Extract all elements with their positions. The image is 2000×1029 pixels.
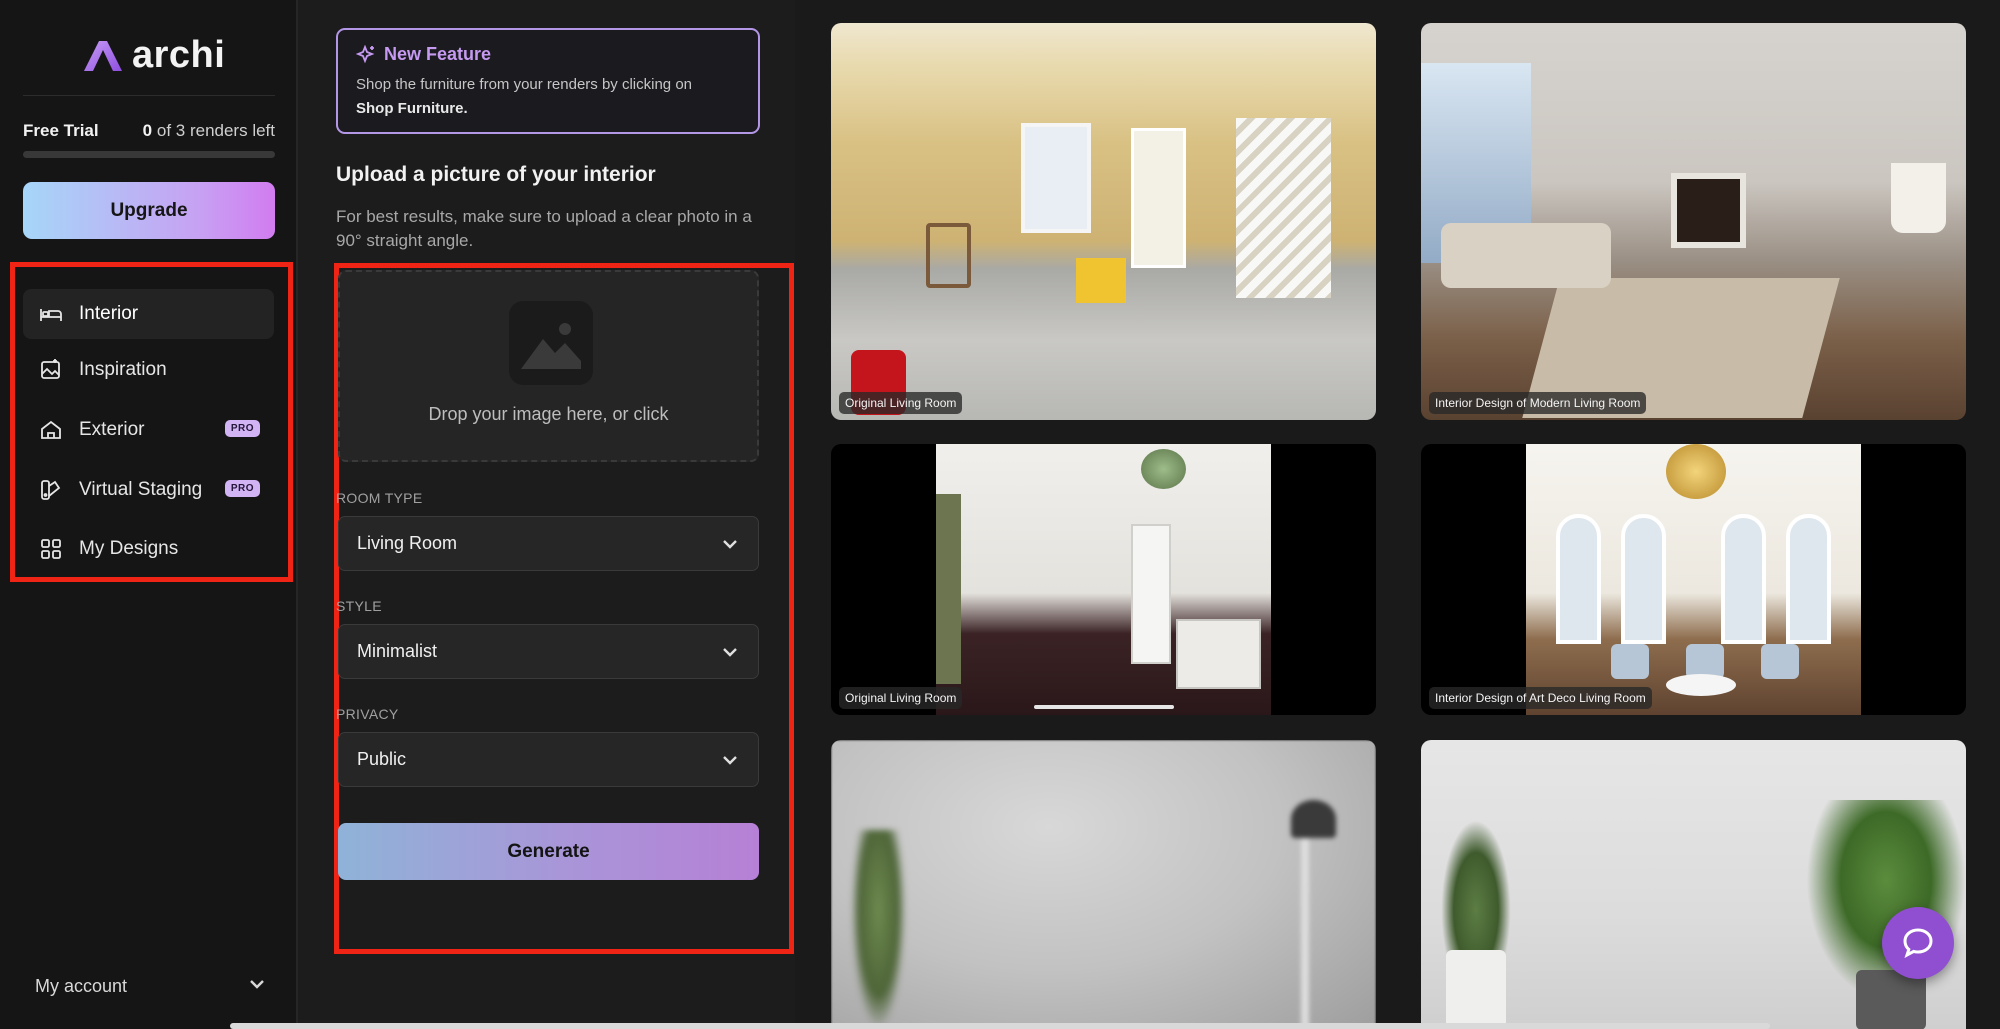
room-photo — [831, 23, 1376, 420]
grid-icon — [39, 537, 63, 561]
sidebar-item-exterior[interactable]: Exterior PRO — [23, 405, 274, 455]
renders-progress-bar — [23, 151, 275, 158]
chevron-down-icon — [723, 539, 737, 549]
room-photo — [1421, 740, 1966, 1029]
feature-description: Shop the furniture from your renders by … — [356, 73, 740, 121]
my-account-label: My account — [35, 976, 128, 996]
privacy-label: PRIVACY — [336, 706, 399, 722]
chevron-down-icon — [723, 647, 737, 657]
feature-title-row: New Feature — [356, 44, 740, 65]
sidebar-item-label: Interior — [79, 303, 139, 324]
bed-icon — [39, 302, 63, 326]
privacy-value: Public — [357, 749, 407, 769]
gallery-tile-original-living-room[interactable]: Original Living Room — [831, 23, 1376, 420]
trial-label: Free Trial — [23, 121, 99, 140]
privacy-select[interactable]: Public — [338, 732, 759, 787]
gallery-tile-art-deco-living-room[interactable]: Interior Design of Art Deco Living Room — [1421, 444, 1966, 715]
sidebar-item-label: Exterior — [79, 419, 145, 440]
style-select[interactable]: Minimalist — [338, 624, 759, 679]
tile-caption: Original Living Room — [839, 687, 963, 709]
room-type-value: Living Room — [357, 533, 458, 553]
chat-icon — [1903, 928, 1933, 959]
sidebar: archi Free Trial 0 of 3 renders left Upg… — [0, 0, 298, 1029]
tile-caption: Interior Design of Art Deco Living Room — [1429, 687, 1652, 709]
room-type-label: ROOM TYPE — [336, 490, 423, 506]
horizontal-scrollbar[interactable] — [230, 1023, 1770, 1029]
renders-used-count: 0 — [142, 121, 153, 140]
carousel-indicator — [1034, 705, 1174, 709]
house-icon — [39, 418, 63, 442]
trial-status: Free Trial 0 of 3 renders left — [23, 121, 275, 141]
sidebar-item-label: Inspiration — [79, 359, 167, 380]
my-account-menu[interactable]: My account — [35, 974, 267, 999]
pro-badge: PRO — [224, 480, 260, 497]
feature-title: New Feature — [384, 44, 492, 64]
sidebar-item-label: My Designs — [79, 538, 179, 559]
room-type-select[interactable]: Living Room — [338, 516, 759, 571]
generate-button[interactable]: Generate — [338, 823, 759, 880]
image-dropzone[interactable]: Drop your image here, or click — [338, 270, 759, 462]
new-feature-card[interactable]: New Feature Shop the furniture from your… — [336, 28, 760, 134]
tile-caption: Original Living Room — [839, 392, 963, 414]
sidebar-item-inspiration[interactable]: Inspiration — [23, 345, 274, 395]
logo-text: archi — [132, 33, 226, 76]
shop-furniture-link[interactable]: Shop Furniture. — [356, 100, 468, 117]
chevron-down-icon — [723, 755, 737, 765]
upload-heading: Upload a picture of your interior — [336, 163, 656, 186]
archi-logo[interactable]: archi — [82, 34, 225, 76]
room-photo — [936, 444, 1271, 715]
tile-caption: Interior Design of Modern Living Room — [1429, 392, 1647, 414]
sidebar-item-interior[interactable]: Interior — [23, 289, 274, 339]
sidebar-item-virtual-staging[interactable]: Virtual Staging PRO — [23, 465, 274, 515]
archi-logo-icon — [84, 41, 122, 71]
room-photo — [831, 740, 1376, 1029]
image-placeholder-icon — [509, 301, 593, 385]
sidebar-item-label: Virtual Staging — [79, 479, 203, 500]
room-photo — [1421, 23, 1966, 420]
gallery-tile-5[interactable] — [831, 740, 1376, 1029]
sparkle-icon — [356, 44, 375, 63]
sidebar-divider — [23, 95, 275, 96]
pro-badge: PRO — [224, 420, 260, 437]
support-chat-button[interactable] — [1882, 907, 1954, 979]
renders-left: 0 of 3 renders left — [143, 121, 275, 141]
sidebar-item-my-designs[interactable]: My Designs — [23, 524, 274, 574]
gallery-tile-modern-living-room[interactable]: Interior Design of Modern Living Room — [1421, 23, 1966, 420]
room-photo — [1526, 444, 1861, 715]
sparkle-image-icon — [39, 358, 63, 382]
upload-subtitle: For best results, make sure to upload a … — [336, 207, 752, 250]
upload-form-panel: New Feature Shop the furniture from your… — [300, 0, 795, 1029]
chevron-down-icon — [247, 974, 267, 999]
style-value: Minimalist — [357, 641, 438, 661]
dropzone-text: Drop your image here, or click — [428, 404, 669, 424]
paint-icon — [39, 478, 63, 502]
upgrade-button[interactable]: Upgrade — [23, 182, 275, 239]
gallery-tile-original-living-room-2[interactable]: Original Living Room — [831, 444, 1376, 715]
renders-suffix: of 3 renders left — [156, 121, 275, 140]
inspiration-gallery: Original Living Room Interior Design of … — [795, 0, 2000, 1029]
feature-text: Shop the furniture from your renders by … — [356, 76, 692, 93]
style-label: STYLE — [336, 598, 382, 614]
gallery-tile-6[interactable] — [1421, 740, 1966, 1029]
